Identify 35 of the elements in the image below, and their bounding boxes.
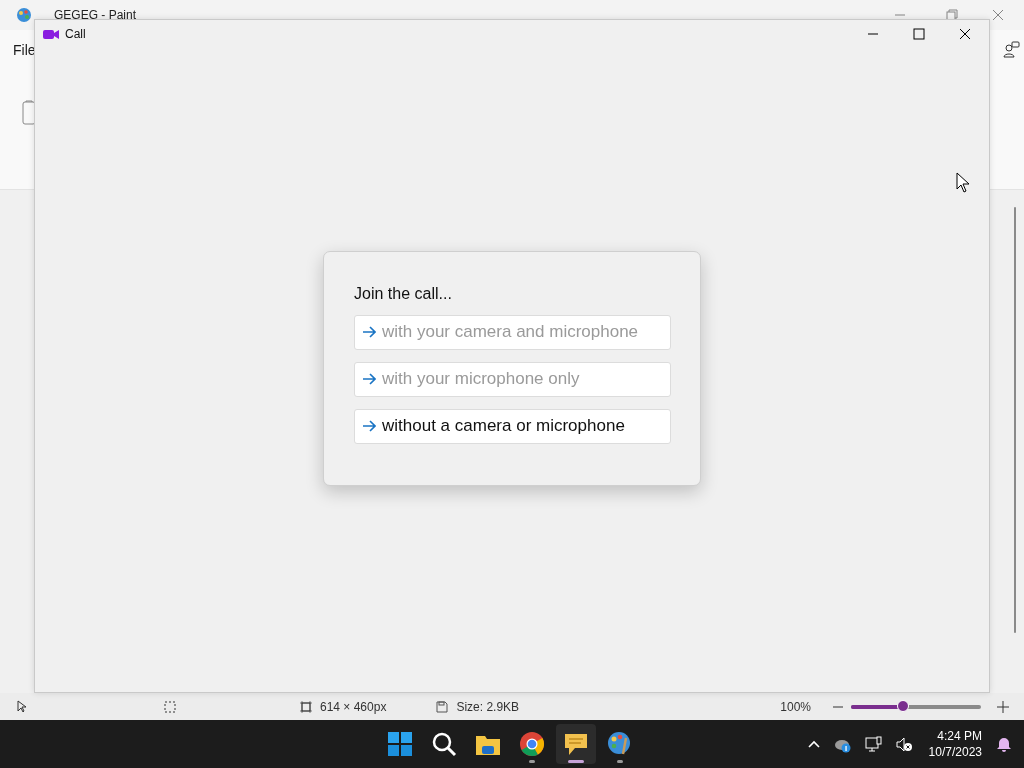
save-icon [436, 700, 449, 713]
pointer-icon [956, 172, 970, 193]
join-option-button[interactable]: without a camera or microphone [354, 408, 671, 444]
arrow-icon [362, 372, 376, 386]
arrow-icon [362, 325, 376, 339]
muted-speaker-icon[interactable] [895, 735, 913, 753]
search-icon [430, 730, 458, 758]
zoom-slider[interactable] [851, 704, 981, 709]
pointer-icon [16, 700, 28, 713]
network-icon[interactable] [864, 735, 882, 753]
zoom-in-icon[interactable] [997, 700, 1009, 713]
menu-item[interactable]: File [13, 42, 36, 58]
start-icon [386, 730, 414, 758]
scrollbar[interactable] [1014, 207, 1016, 633]
clock-date[interactable]: 10/7/2023 [928, 744, 982, 760]
arrow-icon [362, 419, 376, 433]
video-camera-icon [43, 28, 59, 40]
window-title: GEGEG - Paint [54, 8, 137, 22]
taskbar-app-button[interactable] [556, 724, 596, 764]
browser-icon [518, 730, 546, 758]
close-icon[interactable] [959, 28, 971, 40]
zoom-level: 100% [780, 699, 811, 714]
chevron-up-icon[interactable] [807, 739, 820, 749]
file-size: Size: 2.9KB [456, 699, 520, 714]
canvas-size-icon [300, 700, 312, 713]
canvas-size: 614 × 460px [320, 699, 387, 714]
maximize-icon[interactable] [913, 28, 925, 40]
bell-icon[interactable] [996, 736, 1012, 752]
people-icon[interactable] [1002, 41, 1020, 59]
selection-icon [164, 700, 176, 713]
dialog-heading: Join the call... [354, 284, 453, 303]
window-title: Call [65, 27, 86, 41]
paint-app-icon [16, 7, 32, 23]
slider-thumb[interactable] [897, 700, 910, 712]
clock-time[interactable]: 4:24 PM [937, 728, 982, 744]
